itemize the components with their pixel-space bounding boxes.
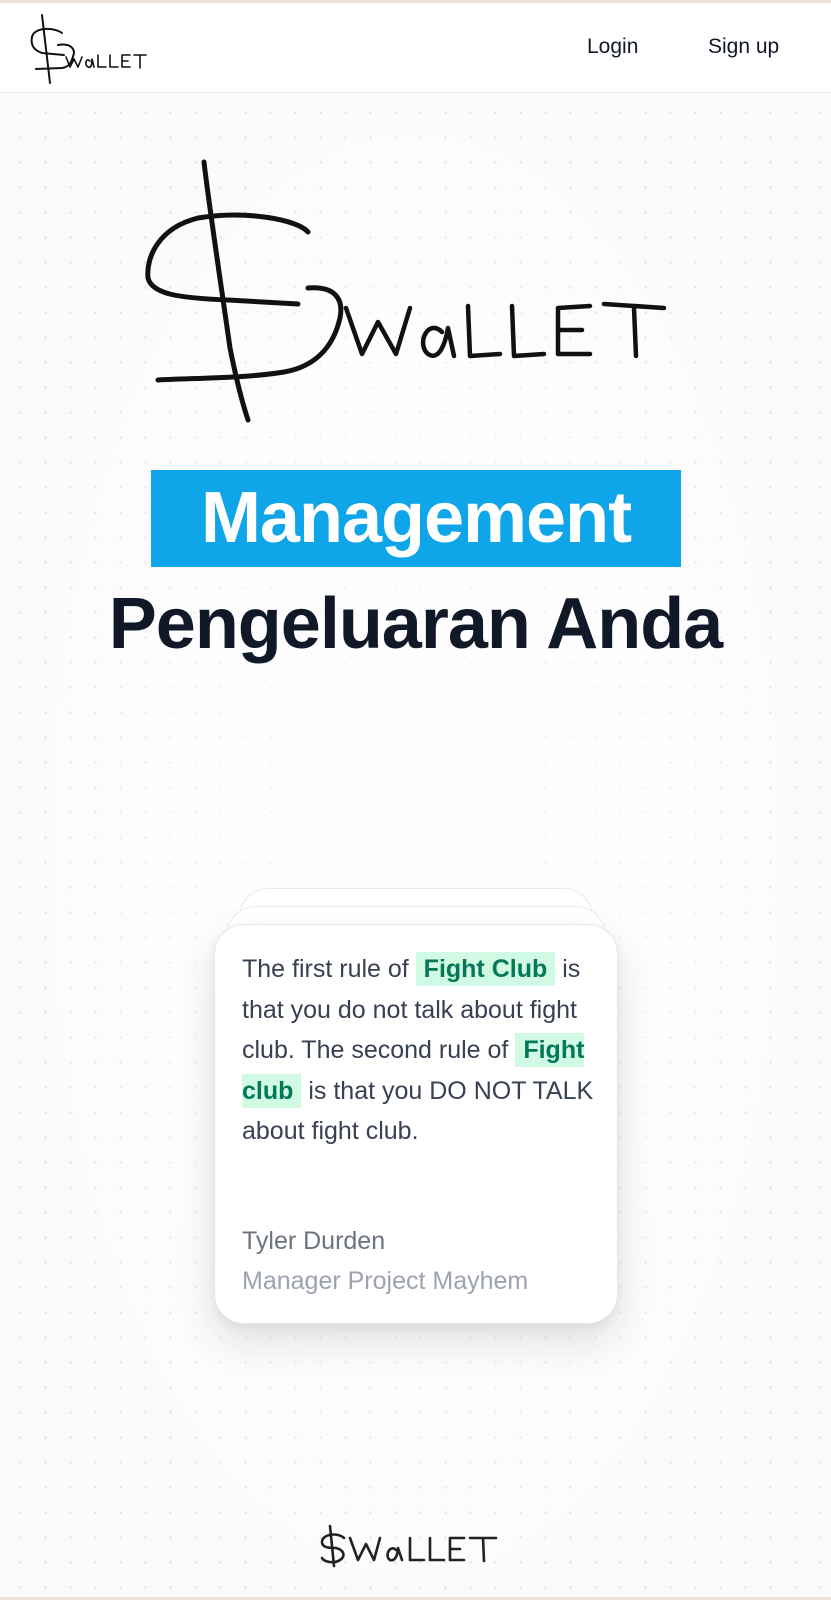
quote-text: The first rule of — [242, 955, 416, 983]
login-link[interactable]: Login — [587, 35, 638, 59]
footer-logo — [320, 1524, 498, 1568]
testimonial-role: Manager Project Mayhem — [242, 1267, 529, 1295]
quote-highlight: Fight Club — [415, 952, 556, 986]
testimonial-quote: The first rule of Fight Club is that you… — [242, 949, 602, 1152]
navbar: Login Sign up — [0, 3, 831, 93]
headline-rest: Pengeluaran Anda — [108, 584, 723, 664]
signup-link[interactable]: Sign up — [708, 35, 779, 59]
hero-section: Management Pengeluaran Anda The first ru… — [0, 94, 831, 1600]
hero-logo — [145, 159, 667, 423]
testimonial-card: The first rule of Fight Club is that you… — [214, 924, 618, 1324]
brand-logo[interactable] — [28, 13, 168, 87]
headline-highlight: Management — [200, 478, 632, 558]
testimonial-author: Tyler Durden — [242, 1227, 386, 1255]
